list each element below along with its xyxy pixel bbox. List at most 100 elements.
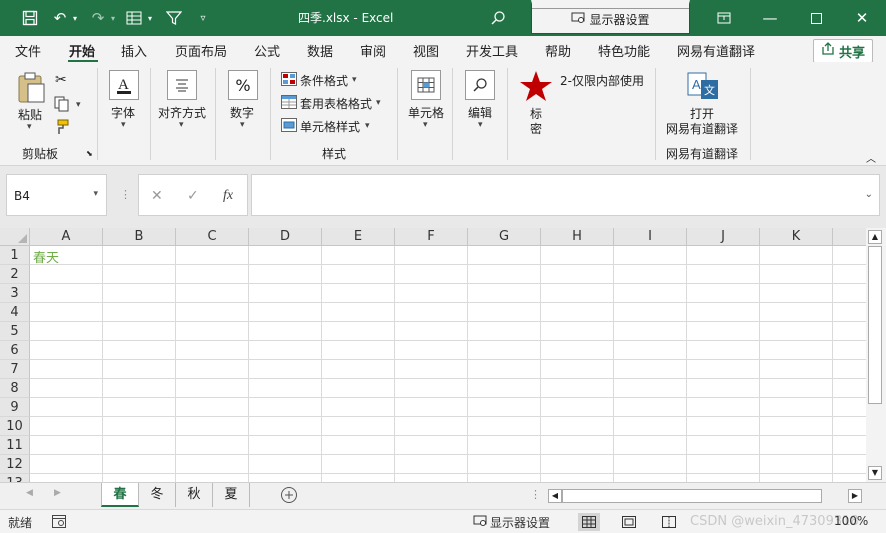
conditional-format-icon[interactable] xyxy=(281,72,297,89)
editing-dropdown-icon[interactable]: ▾ xyxy=(478,120,483,130)
cells-icon[interactable] xyxy=(411,70,441,100)
row-header[interactable]: 13 xyxy=(0,474,30,482)
column-header[interactable]: K xyxy=(760,228,833,246)
maximize-icon[interactable] xyxy=(806,8,826,28)
enter-icon[interactable]: ✓ xyxy=(187,188,199,204)
conditional-format-label[interactable]: 条件格式 xyxy=(300,72,348,89)
cell-a1[interactable]: 春天 xyxy=(33,247,59,266)
row-header[interactable]: 9 xyxy=(0,398,30,417)
cells-dropdown-icon[interactable]: ▾ xyxy=(423,120,428,130)
column-header[interactable]: G xyxy=(468,228,541,246)
page-break-view-icon[interactable] xyxy=(658,513,680,531)
undo-icon[interactable]: ↶ xyxy=(50,8,70,28)
collapse-ribbon-icon[interactable]: ︿ xyxy=(866,150,876,165)
font-icon[interactable]: A xyxy=(109,70,139,100)
column-header[interactable]: C xyxy=(176,228,249,246)
row-header[interactable]: 10 xyxy=(0,417,30,436)
column-header[interactable]: J xyxy=(687,228,760,246)
select-all-corner[interactable] xyxy=(0,228,30,246)
cells-label[interactable]: 单元格 xyxy=(408,104,444,121)
column-header[interactable]: I xyxy=(614,228,687,246)
tab-home[interactable]: 开始 xyxy=(69,41,95,60)
conditional-format-dropdown-icon[interactable]: ▾ xyxy=(352,75,357,85)
column-header[interactable]: A xyxy=(30,228,103,246)
table-format-icon[interactable] xyxy=(124,8,144,28)
row-header[interactable]: 3 xyxy=(0,284,30,303)
expand-formula-icon[interactable]: ⌄ xyxy=(865,189,873,200)
copy-dropdown-icon[interactable]: ▾ xyxy=(76,100,81,110)
tab-developer[interactable]: 开发工具 xyxy=(466,41,518,60)
alignment-label[interactable]: 对齐方式 xyxy=(158,104,206,121)
name-box-dropdown-icon[interactable]: ▾ xyxy=(93,189,98,199)
font-dropdown-icon[interactable]: ▾ xyxy=(121,120,126,130)
search-icon[interactable] xyxy=(488,8,508,28)
sheet-tab[interactable]: 春 xyxy=(101,483,139,507)
table-dropdown-icon[interactable]: ▾ xyxy=(145,8,155,28)
cell-style-label[interactable]: 单元格样式 xyxy=(300,118,360,135)
formula-bar-grip-icon[interactable]: ⋮ xyxy=(120,188,131,201)
worksheet-grid[interactable]: A B C D E F G H I J K 1 2 3 4 5 6 7 8 9 … xyxy=(0,228,866,482)
customize-toolbar-icon[interactable]: ▿ xyxy=(196,8,210,28)
cell-style-icon[interactable] xyxy=(281,118,297,135)
sheet-tab[interactable]: 冬 xyxy=(139,483,176,507)
sheet-tab[interactable]: 夏 xyxy=(213,483,250,507)
scroll-up-icon[interactable]: ▲ xyxy=(868,230,882,244)
sheet-tab[interactable]: 秋 xyxy=(176,483,213,507)
row-header[interactable]: 2 xyxy=(0,265,30,284)
editing-icon[interactable] xyxy=(465,70,495,100)
prev-sheet-icon[interactable]: ◀ xyxy=(26,488,33,498)
normal-view-icon[interactable] xyxy=(578,513,600,531)
formula-input[interactable]: ⌄ xyxy=(251,174,880,216)
vertical-scroll-thumb[interactable] xyxy=(868,246,882,404)
cell-style-dropdown-icon[interactable]: ▾ xyxy=(365,121,370,131)
monitor-settings-icon[interactable] xyxy=(473,515,487,530)
table-style-icon[interactable] xyxy=(281,95,297,112)
column-header[interactable]: D xyxy=(249,228,322,246)
column-header[interactable]: F xyxy=(395,228,468,246)
row-header[interactable]: 5 xyxy=(0,322,30,341)
number-label[interactable]: 数字 xyxy=(230,104,254,121)
translate-icon[interactable]: A文 xyxy=(687,72,719,103)
table-style-label[interactable]: 套用表格格式 xyxy=(300,95,372,112)
cancel-icon[interactable]: ✕ xyxy=(151,188,163,204)
horizontal-scrollbar[interactable]: ◀ ▶ xyxy=(548,489,864,504)
tab-youdao[interactable]: 网易有道翻译 xyxy=(677,41,755,60)
save-icon[interactable] xyxy=(20,8,40,28)
tab-split-icon[interactable]: ⋮ xyxy=(530,488,541,501)
paste-dropdown-icon[interactable]: ▾ xyxy=(27,122,32,132)
column-header[interactable]: B xyxy=(103,228,176,246)
font-label[interactable]: 字体 xyxy=(111,104,135,121)
alignment-icon[interactable] xyxy=(167,70,197,100)
zoom-level[interactable]: 100% xyxy=(834,514,868,528)
paste-icon[interactable] xyxy=(16,72,46,107)
clipboard-launcher-icon[interactable]: ⬊ xyxy=(86,149,93,158)
next-sheet-icon[interactable]: ▶ xyxy=(54,488,61,498)
scroll-left-icon[interactable]: ◀ xyxy=(548,489,562,503)
tab-view[interactable]: 视图 xyxy=(413,41,439,60)
tab-file[interactable]: 文件 xyxy=(15,41,41,60)
number-format-icon[interactable]: % xyxy=(228,70,258,100)
share-button[interactable]: 共享 xyxy=(813,39,873,63)
tab-featured[interactable]: 特色功能 xyxy=(598,41,650,60)
scroll-down-icon[interactable]: ▼ xyxy=(868,466,882,480)
tab-page-layout[interactable]: 页面布局 xyxy=(175,41,227,60)
row-header[interactable]: 4 xyxy=(0,303,30,322)
redo-icon[interactable]: ↷ xyxy=(88,8,108,28)
row-header[interactable]: 12 xyxy=(0,455,30,474)
column-header[interactable]: H xyxy=(541,228,614,246)
close-icon[interactable]: ✕ xyxy=(852,8,872,28)
sensitivity-star-icon[interactable] xyxy=(519,70,553,105)
row-header[interactable]: 8 xyxy=(0,379,30,398)
paste-label[interactable]: 粘贴 xyxy=(18,106,42,123)
sensitivity-label-line2[interactable]: 密 xyxy=(530,120,542,137)
minimize-icon[interactable]: — xyxy=(760,8,780,28)
row-header[interactable]: 6 xyxy=(0,341,30,360)
row-header[interactable]: 7 xyxy=(0,360,30,379)
display-settings-popup[interactable]: 显示器设置 xyxy=(531,0,690,34)
scroll-right-icon[interactable]: ▶ xyxy=(848,489,862,503)
ribbon-display-options-icon[interactable] xyxy=(714,8,734,28)
number-dropdown-icon[interactable]: ▾ xyxy=(240,120,245,130)
filter-icon[interactable] xyxy=(164,8,184,28)
insert-function-icon[interactable]: fx xyxy=(223,188,233,204)
tab-formulas[interactable]: 公式 xyxy=(254,41,280,60)
